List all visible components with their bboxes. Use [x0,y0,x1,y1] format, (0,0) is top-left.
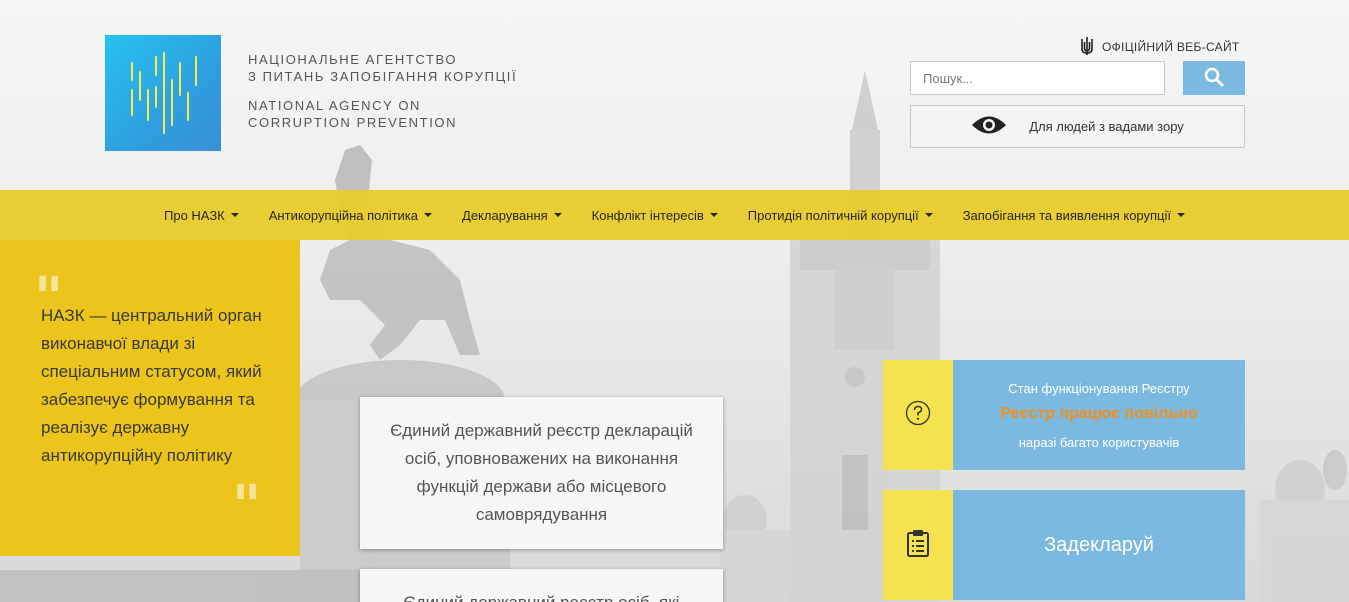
official-site-text: ОФІЦІЙНИЙ ВЕБ-САЙТ [1102,40,1240,54]
status-title: Стан функціонування Реєстру [1008,381,1190,396]
nav-item-prevention-detection[interactable]: Запобігання та виявлення корупції [948,208,1200,223]
nav-item-label: Про НАЗК [164,207,225,223]
persons-registry-text: Єдиний державний реєстр осіб, які [404,593,680,602]
main-navigation: Про НАЗК Антикорупційна політика Деклару… [0,190,1349,240]
visually-impaired-label: Для людей з вадами зору [1029,119,1184,134]
agency-name: Національне агентство з питань запобіган… [248,51,517,131]
nav-item-label: Протидія політичній корупції [747,207,919,223]
mission-quote: " НАЗК — центральний орган виконавчої вл… [0,240,300,556]
caret-down-icon [1177,213,1185,217]
visually-impaired-button[interactable]: Для людей з вадами зору [910,105,1245,148]
declarations-registry-text: Єдиний державний реєстр декларацій осіб,… [390,421,693,524]
caret-down-icon [924,213,933,217]
declare-icon-box [883,490,953,600]
status-body: Стан функціонування Реєстру Реєстр працю… [953,360,1245,470]
nav-item-label: Декларування [462,207,548,223]
caret-down-icon [709,213,718,217]
caret-down-icon [424,213,433,217]
question-circle-icon [905,400,931,431]
declarations-registry-card[interactable]: Єдиний державний реєстр декларацій осіб,… [360,397,723,549]
agency-name-ua-line2: з питань запобігання корупції [248,69,518,84]
status-icon-box [883,360,953,470]
close-quote-icon: " [232,473,262,539]
search-input[interactable] [910,61,1165,95]
nav-item-label: Конфлікт інтересів [591,207,704,223]
nav-item-about[interactable]: Про НАЗК [149,208,254,223]
nav-item-political-corruption[interactable]: Протидія політичній корупції [733,208,948,223]
eye-icon [971,114,1007,139]
caret-down-icon [230,213,239,217]
persons-registry-card[interactable]: Єдиний державний реєстр осіб, які [360,569,723,602]
registry-status-panel: Стан функціонування Реєстру Реєстр працю… [883,360,1245,470]
nav-item-label: Запобігання та виявлення корупції [962,207,1171,223]
search-icon [1204,67,1224,90]
agency-name-en-line2: Corruption Prevention [248,115,458,130]
official-site-label: ОФІЦІЙНИЙ ВЕБ-САЙТ [1080,36,1240,58]
declare-button[interactable]: Задекларуй [883,490,1245,600]
nav-item-declaration[interactable]: Декларування [447,208,577,223]
mission-quote-text: НАЗК — центральний орган виконавчої влад… [41,306,262,465]
declare-label: Задекларуй [953,490,1245,600]
agency-logo[interactable] [105,35,221,151]
agency-name-ua-line1: Національне агентство [248,52,458,67]
agency-name-en-line1: National Agency on [248,98,422,113]
nav-item-label: Антикорупційна політика [268,207,419,223]
status-value: Реєстр працює повільно [1000,405,1198,422]
clipboard-icon [906,529,930,562]
status-note: наразі багато користувачів [1018,435,1180,450]
nav-item-conflict-of-interest[interactable]: Конфлікт інтересів [577,208,733,223]
nav-item-anticorruption-policy[interactable]: Антикорупційна політика [254,208,447,223]
trident-icon [1080,36,1094,59]
search-button[interactable] [1183,61,1245,95]
caret-down-icon [553,213,562,217]
